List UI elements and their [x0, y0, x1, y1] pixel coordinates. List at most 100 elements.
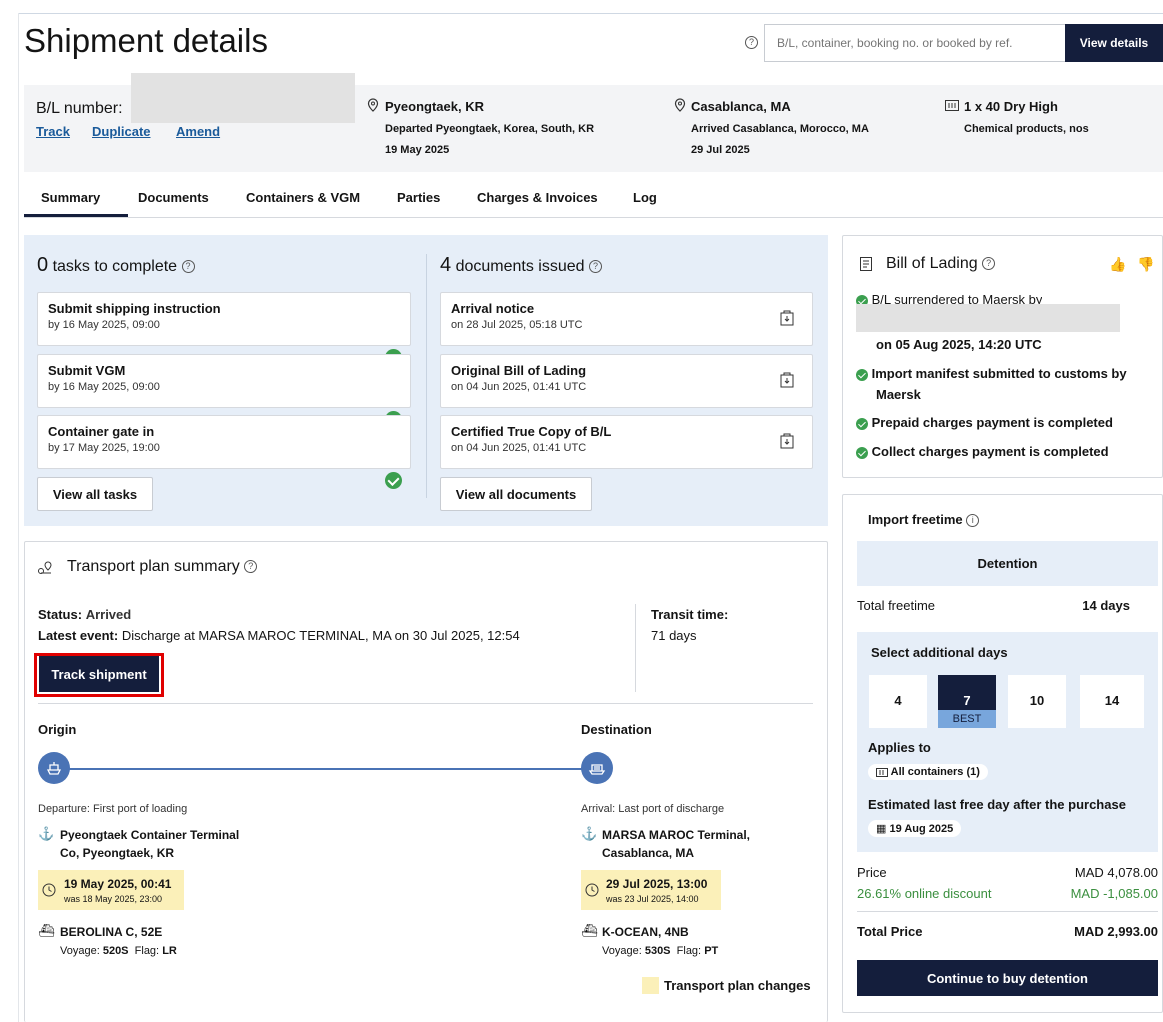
origin-date-box: 19 May 2025, 00:41 was 18 May 2025, 23:0… [38, 870, 184, 910]
status-line: Status: Arrived [38, 607, 132, 622]
continue-to-buy-button[interactable]: Continue to buy detention [857, 960, 1158, 996]
origin-vessel: BEROLINA C, 52E [60, 925, 163, 939]
thumbs-down-icon[interactable]: 👎 [1137, 256, 1154, 273]
bol-status-item: Collect charges payment is completed [856, 444, 1109, 459]
price-value: MAD 4,078.00 [1074, 865, 1158, 880]
anchor-icon: ⚓ [581, 826, 598, 841]
destination-line2: 29 Jul 2025 [691, 144, 750, 156]
tab-parties[interactable]: Parties [397, 190, 440, 205]
tab-documents[interactable]: Documents [138, 190, 209, 205]
tasks-heading: 0 tasks to complete ? [37, 254, 195, 277]
duplicate-link[interactable]: Duplicate [92, 124, 151, 139]
bol-status-item-cont: Maersk [876, 387, 921, 402]
panel-divider [426, 254, 427, 498]
tab-detention[interactable]: Detention [857, 541, 1158, 586]
calendar-icon: ▦ [876, 823, 887, 835]
ship-icon: ⛴ [38, 923, 55, 938]
container-icon [876, 767, 888, 777]
container-icon [945, 100, 959, 111]
transit-value: 71 days [651, 628, 697, 643]
help-icon[interactable]: ? [745, 36, 758, 49]
document-icon [860, 257, 872, 271]
destination-voyage: Voyage: 530S Flag: PT [602, 945, 719, 957]
legend-swatch [642, 977, 659, 994]
clock-icon [585, 883, 599, 897]
origin-name: Pyeongtaek, KR [385, 99, 484, 114]
applies-to-label: Applies to [868, 740, 931, 755]
amend-link[interactable]: Amend [176, 124, 220, 139]
origin-line2: 19 May 2025 [385, 144, 450, 156]
cargo-line1: Chemical products, nos [964, 123, 1089, 135]
track-link[interactable]: Track [36, 124, 70, 139]
search-input[interactable] [764, 24, 1067, 62]
location-pin-icon [367, 98, 379, 112]
cargo-name: 1 x 40 Dry High [964, 99, 1058, 114]
bol-status-item: Import manifest submitted to customs by [856, 366, 1127, 381]
documents-heading: 4 documents issued ? [440, 254, 602, 277]
location-pin-icon [674, 98, 686, 112]
destination-terminal2: Casablanca, MA [602, 846, 695, 860]
vessel-icon: ⛴ [581, 923, 598, 938]
best-badge: BEST [938, 710, 996, 728]
destination-heading: Destination [581, 722, 652, 737]
task-card[interactable]: Submit VGM by 16 May 2025, 09:00 [37, 354, 411, 428]
redacted-bol-party [856, 304, 1120, 332]
latest-event-line: Latest event: Discharge at MARSA MAROC T… [38, 628, 520, 643]
check-icon [385, 472, 402, 489]
origin-heading: Origin [38, 722, 77, 737]
day-option-7[interactable]: 7 BEST [938, 675, 996, 728]
legend-label: Transport plan changes [664, 978, 811, 993]
task-card[interactable]: Container gate in by 17 May 2025, 19:00 [37, 415, 411, 489]
discount-label: 26.61% online discount [857, 886, 992, 901]
origin-port-icon [38, 752, 70, 784]
document-card[interactable]: Original Bill of Lading on 04 Jun 2025, … [440, 354, 813, 408]
est-last-day-label: Estimated last free day after the purcha… [868, 797, 1126, 812]
task-card[interactable]: Submit shipping instruction by 16 May 20… [37, 292, 411, 366]
tab-log[interactable]: Log [633, 190, 657, 205]
left-border [18, 13, 19, 1022]
day-option-10[interactable]: 10 [1008, 675, 1066, 728]
view-details-button[interactable]: View details [1065, 24, 1163, 62]
download-document-icon [780, 372, 794, 388]
destination-label: Arrival: Last port of discharge [581, 803, 725, 815]
document-card[interactable]: Arrival notice on 28 Jul 2025, 05:18 UTC [440, 292, 813, 346]
tab-summary[interactable]: Summary [41, 190, 100, 205]
tabs-divider [24, 217, 1163, 218]
top-border [18, 13, 1163, 14]
destination-port-icon [581, 752, 613, 784]
track-shipment-button[interactable]: Track shipment [39, 656, 159, 692]
thumbs-up-icon[interactable]: 👍 [1109, 256, 1126, 273]
view-all-tasks-button[interactable]: View all tasks [37, 477, 153, 511]
destination-terminal1: MARSA MAROC Terminal, [602, 828, 751, 842]
origin-terminal2: Co, Pyeongtaek, KR [60, 846, 175, 860]
origin-voyage: Voyage: 520S Flag: LR [60, 945, 177, 957]
view-all-documents-button[interactable]: View all documents [440, 477, 592, 511]
day-option-4[interactable]: 4 [869, 675, 927, 728]
total-freetime-value: 14 days [1082, 598, 1130, 613]
transit-divider [635, 604, 636, 692]
page-title: Shipment details [24, 22, 268, 59]
route-line [66, 768, 586, 770]
total-price-label: Total Price [857, 924, 923, 939]
discount-value: MAD -1,085.00 [1070, 886, 1158, 901]
est-last-day-pill: ▦ 19 Aug 2025 [868, 820, 962, 837]
destination-line1: Arrived Casablanca, Morocco, MA [691, 123, 869, 135]
tab-containers-vgm[interactable]: Containers & VGM [246, 190, 360, 205]
redacted-bl-number [131, 73, 355, 123]
freetime-title: Import freetime i [868, 512, 980, 528]
bol-date: on 05 Aug 2025, 14:20 UTC [876, 337, 1042, 352]
destination-date-box: 29 Jul 2025, 13:00 was 23 Jul 2025, 14:0… [581, 870, 721, 910]
document-card[interactable]: Certified True Copy of B/L on 04 Jun 202… [440, 415, 813, 469]
download-document-icon [780, 310, 794, 326]
total-price-value: MAD 2,993.00 [1074, 924, 1158, 939]
route-icon [38, 561, 52, 574]
select-days-label: Select additional days [871, 645, 1008, 660]
transport-title: Transport plan summary ? [67, 558, 258, 576]
destination-name: Casablanca, MA [691, 99, 791, 114]
day-option-14[interactable]: 14 [1080, 675, 1144, 728]
transport-divider [38, 703, 813, 704]
transit-label: Transit time: [651, 607, 729, 622]
tab-charges-invoices[interactable]: Charges & Invoices [477, 190, 598, 205]
destination-vessel: K-OCEAN, 4NB [602, 925, 689, 939]
origin-label: Departure: First port of loading [38, 803, 188, 815]
